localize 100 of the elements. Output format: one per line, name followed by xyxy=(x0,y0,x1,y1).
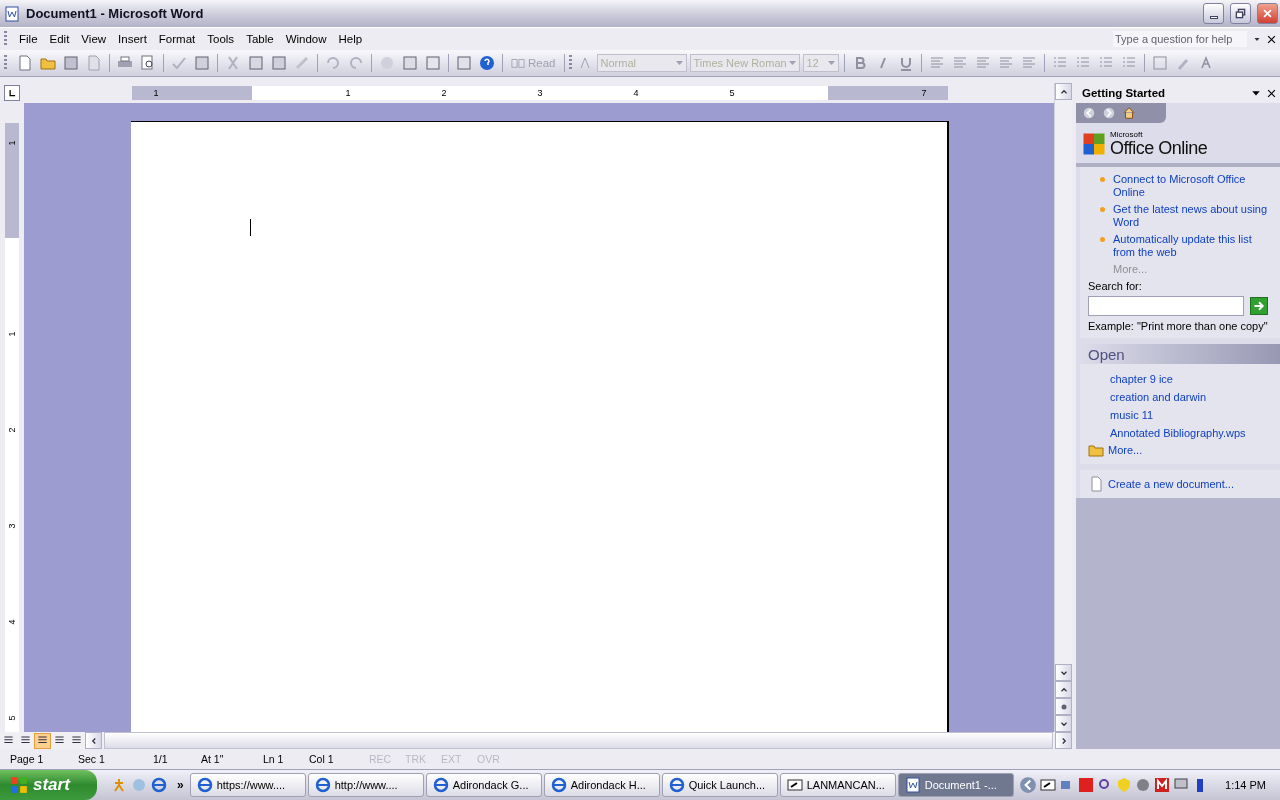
menu-item[interactable]: Edit xyxy=(43,31,76,47)
file-link[interactable]: Annotated Bibliography.wps xyxy=(1088,424,1274,442)
taskbar-button[interactable]: Quick Launch... xyxy=(661,773,778,797)
browse-object-button[interactable] xyxy=(1055,698,1072,715)
status-item: Page 1 xyxy=(10,753,45,765)
text-cursor xyxy=(250,219,251,236)
justify-icon xyxy=(997,55,1014,71)
menu-item[interactable]: Table xyxy=(240,31,280,47)
bullet-icon xyxy=(1100,207,1105,212)
ruler-number: 4 xyxy=(7,618,17,627)
ruler-number: 2 xyxy=(441,87,447,100)
window-title: Document1 - Microsoft Word xyxy=(26,6,205,21)
menu-item[interactable]: View xyxy=(75,31,113,47)
dropdown-arrow-icon xyxy=(788,61,796,65)
align-right-icon xyxy=(974,55,991,71)
file-link[interactable]: music 11 xyxy=(1088,406,1274,424)
taskbar-button[interactable]: Adirondack H... xyxy=(543,773,660,797)
folder-icon xyxy=(1088,442,1104,458)
logo-small-text: Microsoft xyxy=(1110,131,1144,139)
task-pane-title: Getting Started xyxy=(1082,87,1167,99)
scroll-up-button[interactable] xyxy=(1055,83,1072,100)
close-button[interactable] xyxy=(1257,3,1278,24)
tab-stop-button[interactable] xyxy=(4,85,20,101)
page-icon xyxy=(1088,476,1104,492)
page-icon xyxy=(17,55,33,71)
browser-icon xyxy=(432,777,449,793)
document-icon xyxy=(904,777,921,793)
go-button[interactable] xyxy=(1250,297,1268,315)
status-item: 1/1 xyxy=(153,753,169,765)
restore-button[interactable] xyxy=(1230,3,1251,24)
taskbar-button[interactable]: Adirondack G... xyxy=(425,773,542,797)
menu-item[interactable]: Window xyxy=(279,31,333,47)
home-icon xyxy=(1122,106,1136,120)
checkmark-icon xyxy=(171,55,187,71)
bullet-icon xyxy=(1100,177,1105,182)
ruler-number: 1 xyxy=(7,330,17,339)
browser-icon xyxy=(151,777,167,793)
status-item: Col 1 xyxy=(309,753,335,765)
ruler-number: 3 xyxy=(7,522,17,531)
link[interactable]: Automatically update this list from the web xyxy=(1113,233,1274,259)
minimize-icon xyxy=(1209,16,1218,19)
view-button[interactable] xyxy=(34,732,51,749)
horizontal-scrollbar[interactable] xyxy=(104,732,1053,749)
menu-item[interactable]: Help xyxy=(332,31,369,47)
logo-icon xyxy=(1082,132,1106,156)
redo-icon xyxy=(348,55,364,71)
start-button[interactable]: start xyxy=(0,770,97,800)
more-link[interactable]: More... xyxy=(1108,443,1143,457)
menu-item[interactable]: File xyxy=(13,31,44,47)
search-label: Search for: xyxy=(1088,280,1143,292)
align-left-icon xyxy=(928,55,945,71)
arrow-right-icon xyxy=(1253,300,1265,312)
ruler-number: 5 xyxy=(7,714,17,723)
scissors-icon xyxy=(225,55,241,71)
example-text: Example: "Print more than one copy" xyxy=(1088,320,1269,332)
circle-icon xyxy=(1059,702,1068,711)
dropdown-icon xyxy=(1251,88,1261,98)
ruler-number: 2 xyxy=(7,426,17,435)
dropdown-arrow-icon xyxy=(827,61,835,65)
taskbar-button[interactable]: https://www.... xyxy=(189,773,306,797)
browser-icon xyxy=(668,777,685,793)
forward-icon xyxy=(1102,106,1116,120)
ruler-number: 1 xyxy=(153,87,159,100)
back-icon xyxy=(1082,106,1096,120)
file-link[interactable]: chapter 9 ice xyxy=(1088,370,1274,388)
scroll-down-button[interactable] xyxy=(1055,664,1072,681)
ruler-number: 1 xyxy=(345,87,351,100)
help-icon xyxy=(479,55,495,71)
view-icon xyxy=(54,735,65,746)
taskbar-button[interactable]: http://www.... xyxy=(307,773,424,797)
vertical-scrollbar[interactable] xyxy=(1054,83,1072,732)
taskbar-button[interactable]: Document1 -... xyxy=(897,773,1014,797)
status-item: Ln 1 xyxy=(263,753,285,765)
link[interactable]: Get the latest news about using Word xyxy=(1113,203,1274,229)
browser-icon xyxy=(314,777,331,793)
scroll-left-button[interactable] xyxy=(85,732,102,749)
browser-icon xyxy=(196,777,213,793)
previous-page-button[interactable] xyxy=(1055,681,1072,698)
next-page-button[interactable] xyxy=(1055,715,1072,732)
folder-icon xyxy=(40,55,56,71)
chevron-left-icon xyxy=(1019,776,1038,794)
menu-item[interactable]: Tools xyxy=(201,31,241,47)
link[interactable]: Connect to Microsoft Office Online xyxy=(1113,173,1274,199)
quick-launch-more-button[interactable]: » xyxy=(173,778,188,792)
help-search-field[interactable]: Type a question for help xyxy=(1113,31,1247,47)
file-link[interactable]: creation and darwin xyxy=(1088,388,1274,406)
taskbar-button[interactable]: LANMANCAN... xyxy=(779,773,896,797)
page-icon xyxy=(86,55,102,71)
minimize-button[interactable] xyxy=(1203,3,1224,24)
ruler-number: 3 xyxy=(537,87,543,100)
view-icon xyxy=(37,735,48,746)
search-field[interactable] xyxy=(1088,296,1244,316)
menu-item[interactable]: Format xyxy=(152,31,202,47)
ruler-number: 1 xyxy=(7,139,17,148)
m-logo-icon xyxy=(1154,777,1171,793)
restore-icon xyxy=(1235,8,1246,19)
scroll-right-button[interactable] xyxy=(1055,732,1072,749)
align-center-icon xyxy=(951,55,968,71)
clock: 1:14 PM xyxy=(1225,779,1266,791)
menu-item[interactable]: Insert xyxy=(112,31,153,47)
